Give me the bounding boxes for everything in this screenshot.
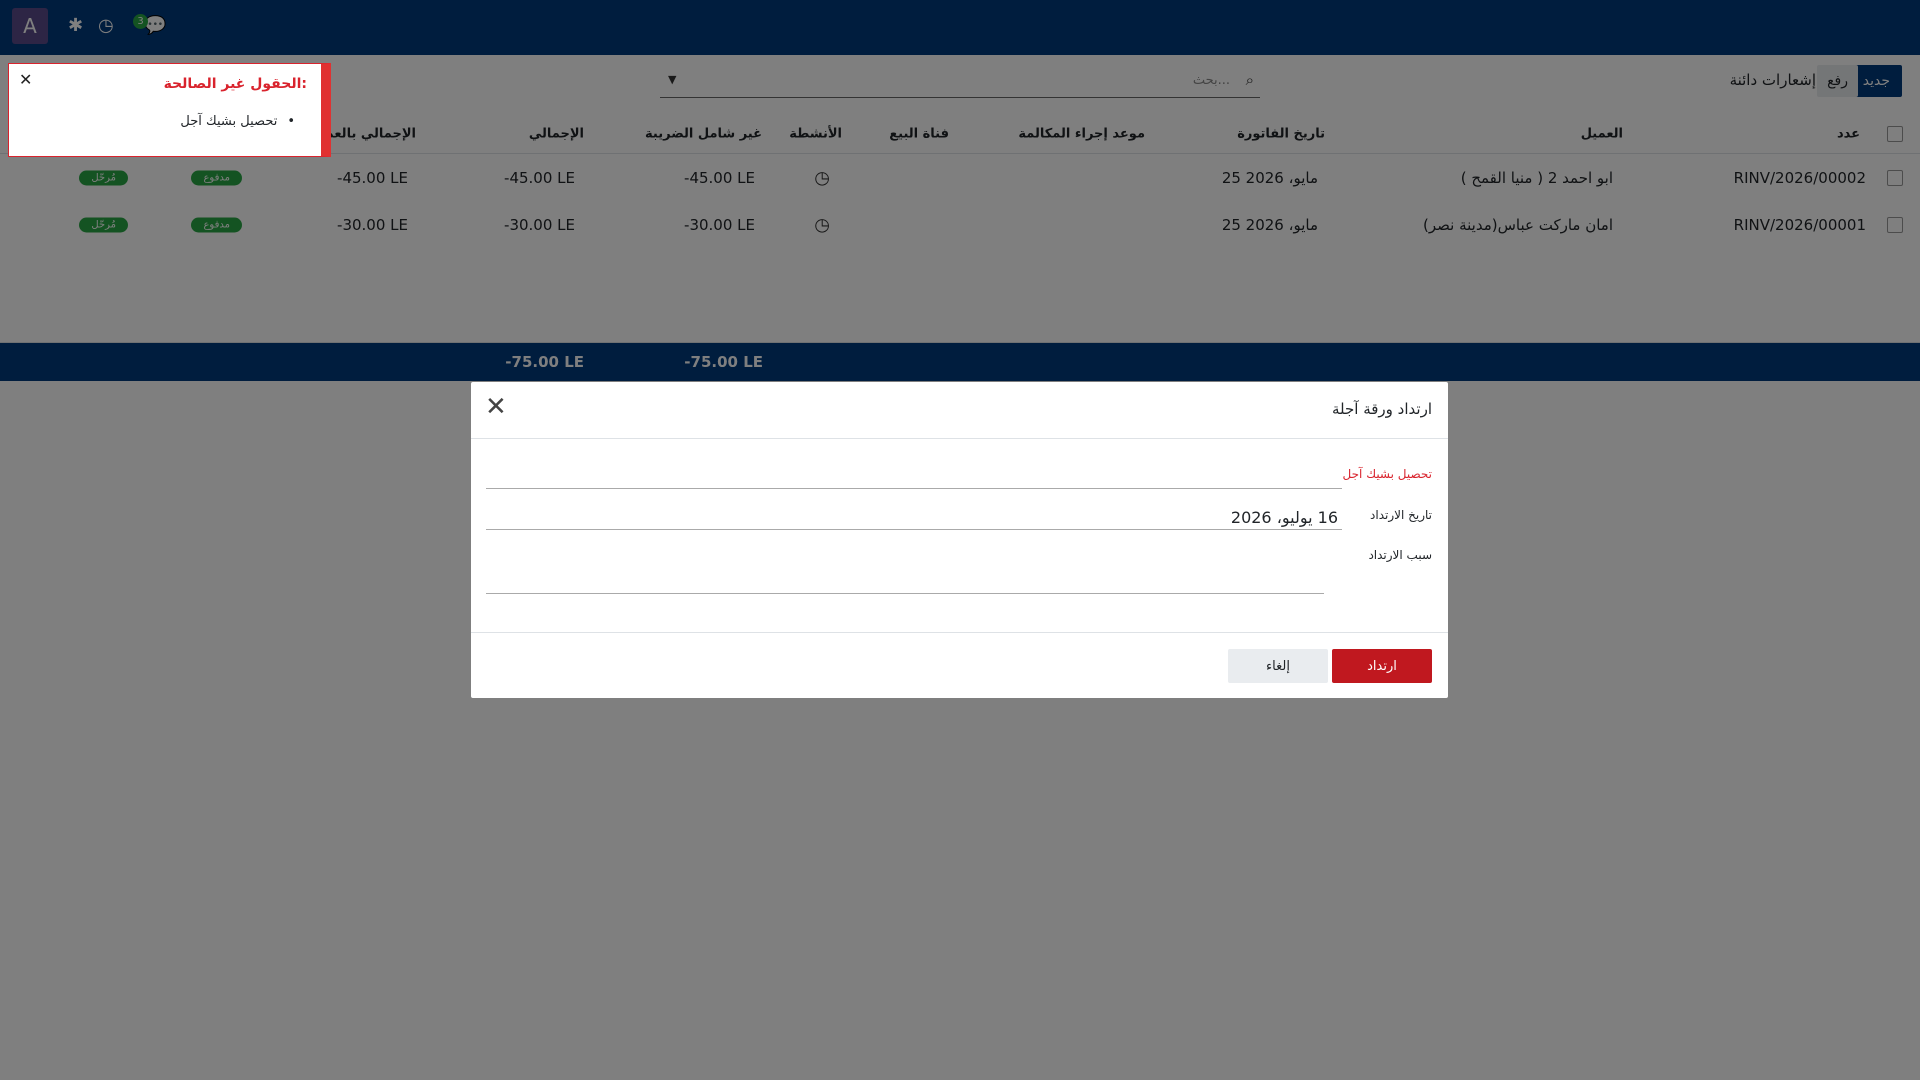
bounce-date-value: 16 يوليو، 2026 (1230, 508, 1338, 527)
cancel-button[interactable]: إلغاء (1228, 649, 1328, 683)
bounce-date-label: تاريخ الارتداد (1370, 508, 1432, 522)
bounce-reason-field[interactable] (486, 545, 1324, 594)
modal-header: ارتداد ورقة آجلة ✕ (471, 382, 1448, 439)
close-icon[interactable]: ✕ (19, 70, 32, 89)
notification-title: الحقول غير الصالحة: (163, 76, 307, 92)
bounce-date-field[interactable]: 16 يوليو، 2026 (486, 505, 1342, 530)
bounce-button[interactable]: ارتداد (1332, 649, 1432, 683)
journal-label: تحصيل بشيك آجل (1342, 467, 1432, 481)
bounce-check-dialog: ارتداد ورقة آجلة ✕ تحصيل بشيك آجل تاريخ … (471, 382, 1448, 698)
modal-title: ارتداد ورقة آجلة (1332, 400, 1432, 418)
notification-item: تحصيل بشيك آجل (180, 114, 295, 129)
journal-field[interactable] (486, 464, 1342, 489)
close-icon[interactable]: ✕ (485, 394, 507, 420)
bounce-reason-label: سبب الارتداد (1368, 548, 1432, 562)
invalid-fields-notification: الحقول غير الصالحة: ✕ تحصيل بشيك آجل (8, 63, 331, 157)
modal-footer: ارتداد إلغاء (471, 632, 1448, 699)
